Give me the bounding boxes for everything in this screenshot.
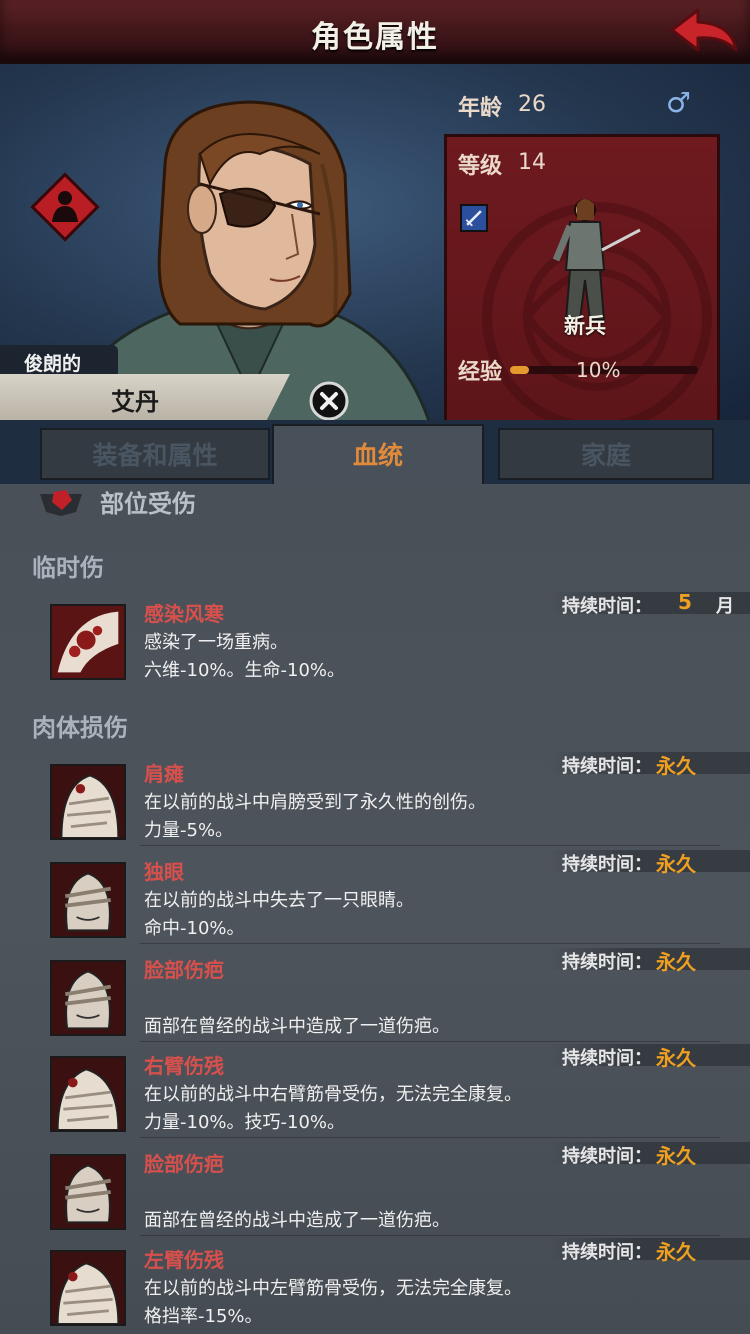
page-title: 角色属性 (311, 20, 439, 55)
age-value: 26 (518, 92, 546, 117)
injury-name: 右臂伤残 (144, 1054, 224, 1078)
duration-value: 永久 (656, 852, 696, 876)
wounded-arm-icon (50, 1250, 126, 1326)
duration-label: 持续时间： (562, 1146, 652, 1167)
injury-effect: 面部在曾经的战斗中造成了一道伤疤。 (144, 1210, 450, 1231)
level-value: 14 (518, 150, 546, 175)
sword-skill-icon[interactable] (460, 204, 488, 232)
blood-drop-icon (40, 490, 82, 516)
entry-divider (140, 845, 720, 846)
injury-entry-permanent[interactable]: 脸部伤疤 面部在曾经的战斗中造成了一道伤疤。 持续时间： 永久 (0, 948, 750, 1044)
injury-entry-permanent[interactable]: 独眼 在以前的战斗中失去了一只眼睛。 命中-10%。 持续时间： 永久 (0, 850, 750, 946)
duration-value: 永久 (656, 1046, 696, 1070)
bandaged-face-icon (50, 960, 126, 1036)
header-bar: 角色属性 (0, 0, 750, 64)
tab-bar: 装备和属性 血统 家庭 (0, 420, 750, 484)
injury-effect: 力量-10%。技巧-10%。 (144, 1112, 346, 1133)
injuries-section-title: 部位受伤 (100, 490, 196, 518)
male-gender-icon: ♂ (666, 86, 692, 119)
injury-effect: 面部在曾经的战斗中造成了一道伤疤。 (144, 1016, 450, 1037)
duration-value: 5 (678, 590, 692, 614)
tab-equipment-attributes[interactable]: 装备和属性 (40, 428, 270, 480)
injury-desc: 感染了一场重病。 (144, 632, 288, 653)
tab-family[interactable]: 家庭 (498, 428, 714, 480)
injury-name: 感染风寒 (144, 602, 224, 626)
fever-illness-icon (50, 604, 126, 680)
xp-value: 10% (576, 358, 621, 382)
injury-entry-temporary[interactable]: 感染风寒 感染了一场重病。 六维-10%。生命-10%。 持续时间： 5 月 (0, 590, 750, 688)
duration-label: 持续时间： (562, 596, 652, 617)
duration-label: 持续时间： (562, 952, 652, 973)
hero-nickname: 俊朗的 (24, 353, 82, 375)
injury-desc: 在以前的战斗中左臂筋骨受伤，无法完全康复。 (144, 1278, 522, 1299)
injury-name: 左臂伤残 (144, 1248, 224, 1272)
injury-effect: 六维-10%。生命-10%。 (144, 660, 346, 681)
xp-progress-fill (510, 366, 529, 374)
duration-label: 持续时间： (562, 756, 652, 777)
trait-icon[interactable] (30, 172, 100, 242)
xp-label: 经验 (458, 360, 503, 385)
back-arrow-icon[interactable] (668, 4, 742, 58)
duration-label: 持续时间： (562, 854, 652, 875)
injury-effect: 命中-10%。 (144, 918, 245, 939)
injury-name: 脸部伤疤 (144, 1152, 224, 1176)
injury-effect: 格挡率-15%。 (144, 1306, 263, 1327)
duration-value: 永久 (656, 1144, 696, 1168)
wounded-shoulder-icon (50, 764, 126, 840)
wounded-arm-icon (50, 1056, 126, 1132)
entry-divider (140, 1235, 720, 1236)
hero-name: 艾丹 (111, 388, 159, 416)
injury-panel[interactable]: 部位受伤 临时伤 感染风寒 感染了一场重病。 六维-10%。生命-10%。 持续… (0, 484, 750, 1334)
level-label: 等级 (458, 154, 503, 179)
injury-effect: 力量-5%。 (144, 820, 234, 841)
entry-divider (140, 1137, 720, 1138)
injury-entry-permanent[interactable]: 脸部伤疤 面部在曾经的战斗中造成了一道伤疤。 持续时间： 永久 (0, 1142, 750, 1238)
tab-bloodline[interactable]: 血统 (272, 424, 484, 484)
bandaged-face-icon (50, 862, 126, 938)
age-label: 年龄 (458, 96, 503, 121)
entry-divider (140, 1041, 720, 1042)
injury-name: 脸部伤疤 (144, 958, 224, 982)
injury-entry-permanent[interactable]: 左臂伤残 在以前的战斗中左臂筋骨受伤，无法完全康复。 格挡率-15%。 持续时间… (0, 1238, 750, 1334)
class-name: 新兵 (564, 314, 606, 338)
entry-divider (140, 943, 720, 944)
temporary-injuries-title: 临时伤 (32, 554, 104, 582)
duration-unit: 月 (716, 596, 734, 617)
injury-desc: 在以前的战斗中失去了一只眼睛。 (144, 890, 414, 911)
injury-desc: 在以前的战斗中肩膀受到了永久性的创伤。 (144, 792, 486, 813)
injury-entry-permanent[interactable]: 肩瘫 在以前的战斗中肩膀受到了永久性的创伤。 力量-5%。 持续时间： 永久 (0, 752, 750, 848)
dismiss-hero-icon[interactable] (308, 380, 350, 422)
permanent-injuries-title: 肉体损伤 (32, 714, 128, 742)
injury-entry-permanent[interactable]: 右臂伤残 在以前的战斗中右臂筋骨受伤，无法完全康复。 力量-10%。技巧-10%… (0, 1044, 750, 1140)
duration-label: 持续时间： (562, 1048, 652, 1069)
class-figure-icon (552, 199, 641, 321)
duration-value: 永久 (656, 950, 696, 974)
duration-label: 持续时间： (562, 1242, 652, 1263)
injury-name: 独眼 (144, 860, 184, 884)
injury-desc: 在以前的战斗中右臂筋骨受伤，无法完全康复。 (144, 1084, 522, 1105)
bandaged-face-icon (50, 1154, 126, 1230)
injury-name: 肩瘫 (144, 762, 184, 786)
duration-value: 永久 (656, 754, 696, 778)
duration-value: 永久 (656, 1240, 696, 1264)
